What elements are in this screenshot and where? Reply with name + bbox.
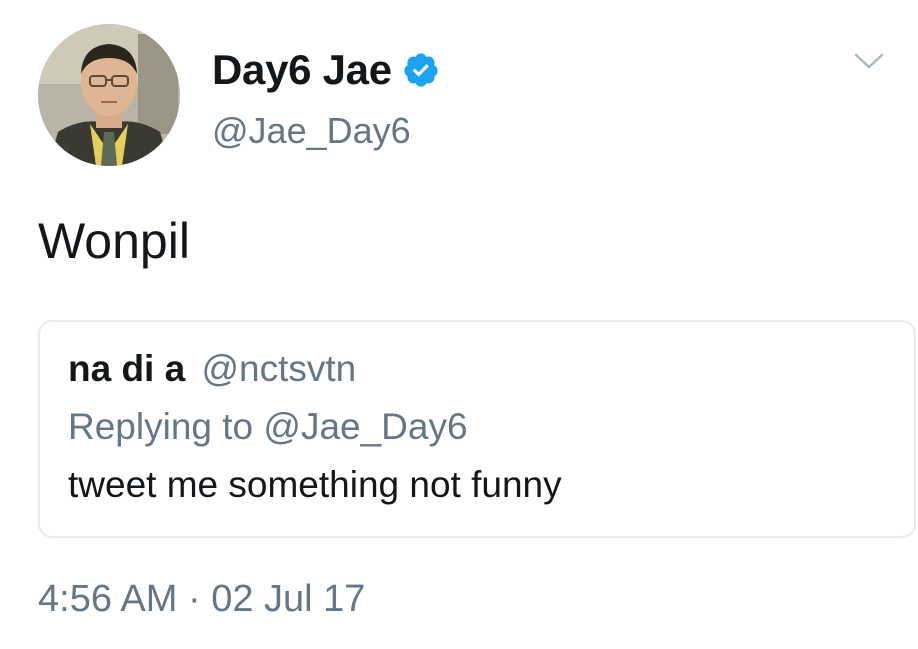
author-handle[interactable]: @Jae_Day6 bbox=[212, 110, 411, 152]
avatar[interactable] bbox=[38, 24, 180, 166]
quoted-tweet-header: na di a @nctsvtn bbox=[68, 348, 356, 390]
chevron-down-icon[interactable] bbox=[852, 50, 886, 72]
replying-to-line: Replying to @Jae_Day6 bbox=[68, 406, 468, 448]
quoted-author-name: na di a bbox=[68, 348, 186, 389]
quoted-tweet-text: tweet me something not funny bbox=[68, 464, 562, 505]
tweet-time: 4:56 AM bbox=[38, 578, 178, 620]
replying-to-label: Replying to bbox=[68, 406, 254, 447]
author-name[interactable]: Day6 Jae bbox=[212, 46, 392, 94]
author-name-row[interactable]: Day6 Jae bbox=[212, 42, 440, 98]
tweet-text: Wonpil bbox=[38, 213, 190, 269]
quoted-author-handle: @nctsvtn bbox=[201, 348, 357, 389]
avatar-image bbox=[38, 24, 180, 166]
verified-badge-icon bbox=[402, 51, 440, 89]
timestamp-separator: · bbox=[187, 578, 201, 620]
tweet-date: 02 Jul 17 bbox=[211, 578, 366, 620]
tweet-card: Day6 Jae @Jae_Day6 Wonpil na di a @nctsv… bbox=[0, 0, 918, 649]
replying-to-handle[interactable]: @Jae_Day6 bbox=[263, 406, 467, 447]
quoted-tweet[interactable]: na di a @nctsvtn Replying to @Jae_Day6 t… bbox=[38, 320, 916, 538]
tweet-timestamp[interactable]: 4:56 AM · 02 Jul 17 bbox=[38, 578, 365, 621]
